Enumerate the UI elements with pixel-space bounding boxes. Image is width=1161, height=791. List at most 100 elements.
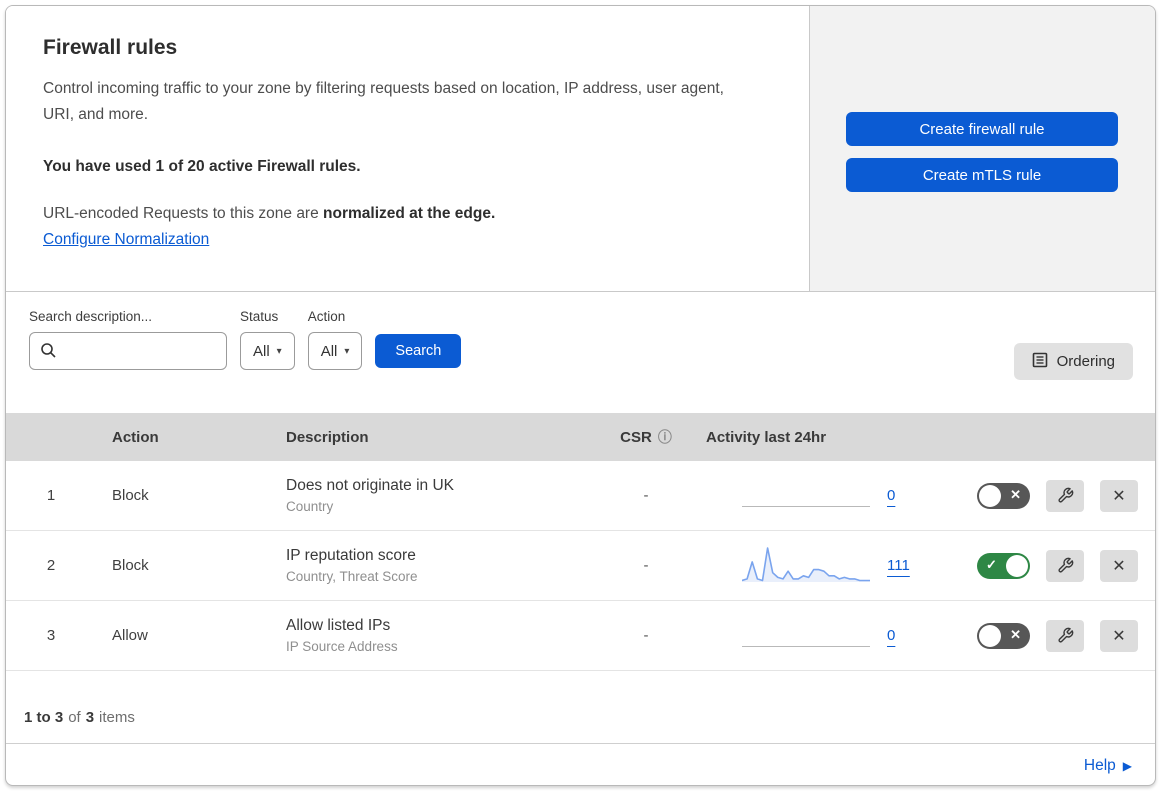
activity-count-link[interactable]: 0 [887, 627, 895, 644]
rule-enabled-toggle[interactable]: ✕ [977, 622, 1030, 649]
status-dropdown[interactable]: All ▾ [240, 332, 295, 370]
wrench-icon [1057, 627, 1073, 643]
edit-rule-button[interactable] [1046, 619, 1084, 652]
toggle-thumb [979, 484, 1001, 507]
delete-rule-button[interactable]: ✕ [1100, 479, 1138, 512]
wrench-icon [1057, 557, 1073, 573]
rule-criteria: Country, Threat Score [286, 569, 418, 584]
normalization-note: URL-encoded Requests to this zone are no… [43, 205, 769, 223]
page-title: Firewall rules [43, 36, 178, 59]
configure-normalization-link[interactable]: Configure Normalization [43, 231, 209, 249]
filter-bar: Search description... Status All ▾ Actio… [6, 292, 1155, 413]
help-link[interactable]: Help ▶ [1084, 757, 1132, 775]
edit-rule-button[interactable] [1046, 549, 1084, 582]
rule-description: Does not originate in UK [286, 477, 455, 494]
activity-count-link[interactable]: 111 [887, 557, 910, 574]
rule-csr: - [643, 627, 649, 644]
info-icon[interactable]: ⓘ [658, 427, 672, 447]
activity-sparkline [742, 546, 870, 586]
firewall-rules-card: Firewall rules Control incoming traffic … [5, 5, 1156, 786]
action-label: Action [307, 309, 346, 324]
pagination-range: 1 to 3 [24, 708, 64, 726]
activity-sparkline [742, 616, 870, 656]
toggle-thumb [979, 624, 1001, 647]
action-dropdown[interactable]: All ▾ [307, 332, 363, 370]
activity-count-link[interactable]: 0 [887, 487, 895, 504]
create-firewall-rule-button[interactable]: Create firewall rule [846, 112, 1118, 146]
usage-summary: You have used 1 of 20 active Firewall ru… [43, 157, 361, 175]
rule-priority: 2 [46, 557, 56, 574]
delete-rule-button[interactable]: ✕ [1100, 619, 1138, 652]
wrench-icon [1057, 487, 1073, 503]
rule-activity-cell: 0 [686, 476, 955, 516]
rule-activity-cell: 0 [686, 616, 955, 656]
rule-enabled-toggle[interactable]: ✓ [977, 552, 1030, 579]
search-input[interactable] [29, 332, 227, 370]
rule-action: Block [112, 487, 149, 504]
close-icon: ✕ [1112, 627, 1126, 645]
header-section: Firewall rules Control incoming traffic … [6, 6, 1155, 292]
delete-rule-button[interactable]: ✕ [1100, 549, 1138, 582]
rule-action: Allow [112, 627, 148, 644]
pagination-of: of [68, 708, 81, 726]
toggle-on-check-icon: ✓ [986, 556, 997, 572]
list-document-icon [1032, 352, 1048, 372]
close-icon: ✕ [1112, 557, 1126, 575]
chevron-down-icon: ▾ [276, 345, 282, 357]
rule-controls: ✕ ✕ [955, 619, 1155, 652]
close-icon: ✕ [1112, 487, 1126, 505]
table-row: 1 Block Does not originate in UK Country… [6, 461, 1155, 531]
rule-controls: ✕ ✕ [955, 479, 1155, 512]
edit-rule-button[interactable] [1046, 479, 1084, 512]
csr-column-header: CSR ⓘ [606, 427, 686, 447]
pagination-items: items [99, 708, 135, 726]
actions-panel: Create firewall rule Create mTLS rule [810, 6, 1155, 291]
csr-header-label: CSR [620, 428, 652, 446]
ordering-button[interactable]: Ordering [1013, 343, 1133, 380]
action-filter-group: Action All ▾ [307, 309, 363, 370]
status-filter-group: Status All ▾ [240, 309, 295, 370]
activity-sparkline [742, 476, 870, 516]
table-row: 2 Block IP reputation score Country, Thr… [6, 531, 1155, 601]
search-field-group: Search description... [29, 309, 227, 370]
filter-group: Search description... Status All ▾ Actio… [29, 309, 1133, 370]
rule-criteria: Country [286, 499, 334, 514]
create-mtls-rule-button[interactable]: Create mTLS rule [846, 158, 1118, 192]
search-button[interactable]: Search [375, 334, 462, 368]
rule-description-cell: Allow listed IPs IP Source Address [286, 617, 606, 654]
chevron-down-icon: ▾ [344, 345, 350, 357]
rule-csr: - [643, 557, 649, 574]
description-column-header: Description [286, 428, 369, 446]
rule-priority: 1 [46, 487, 56, 504]
table-header: Action Description CSR ⓘ Activity last 2… [6, 413, 1155, 461]
rule-activity-cell: 111 [686, 546, 955, 586]
status-value: All [253, 342, 270, 360]
rule-description: IP reputation score [286, 547, 416, 564]
action-column-header: Action [112, 428, 159, 446]
rule-action: Block [112, 557, 149, 574]
rule-description: Allow listed IPs [286, 617, 391, 634]
normalization-bold: normalized at the edge. [323, 204, 496, 222]
toggle-off-x-icon: ✕ [1010, 486, 1021, 502]
header-text-panel: Firewall rules Control incoming traffic … [6, 6, 810, 291]
rule-enabled-toggle[interactable]: ✕ [977, 482, 1030, 509]
toggle-thumb [1006, 554, 1028, 577]
activity-column-header: Activity last 24hr [706, 428, 827, 446]
help-row: Help ▶ [6, 744, 1155, 785]
rule-controls: ✓ ✕ [955, 549, 1155, 582]
pagination-summary: 1 to 3 of 3 items [6, 671, 1155, 744]
rule-description-cell: IP reputation score Country, Threat Scor… [286, 547, 606, 584]
help-label: Help [1083, 756, 1116, 774]
page-description: Control incoming traffic to your zone by… [43, 80, 724, 124]
toggle-off-x-icon: ✕ [1010, 626, 1021, 642]
ordering-label: Ordering [1056, 353, 1115, 370]
action-value: All [320, 342, 338, 360]
normalization-prefix: URL-encoded Requests to this zone are [43, 204, 324, 222]
search-box [29, 332, 227, 370]
rule-priority: 3 [46, 627, 56, 644]
help-arrow-icon: ▶ [1122, 758, 1132, 773]
pagination-total: 3 [85, 708, 95, 726]
rule-csr: - [643, 487, 649, 504]
search-label: Search description... [29, 309, 153, 324]
rule-criteria: IP Source Address [286, 639, 398, 654]
